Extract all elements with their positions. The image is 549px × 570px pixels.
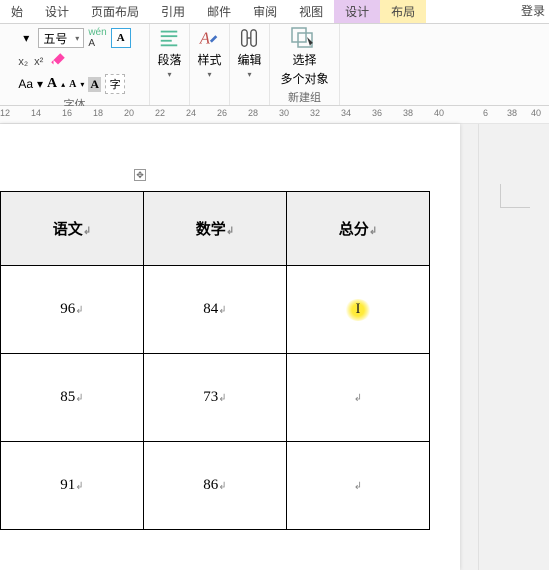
cell-math[interactable]: 84↲ bbox=[144, 266, 287, 354]
tab-review[interactable]: 审阅 bbox=[242, 0, 288, 23]
login-link[interactable]: 登录 bbox=[521, 2, 545, 19]
tab-view[interactable]: 视图 bbox=[288, 0, 334, 23]
cell-lang[interactable]: 91↲ bbox=[1, 442, 144, 530]
phonetic-guide-button[interactable]: wénA bbox=[88, 27, 106, 49]
group-font: ▾ 五号 ▾ wénA A x₂ x² Aa▾ A▴ A▾ A 字 字体 bbox=[0, 24, 150, 105]
ruler-tick: 22 bbox=[155, 108, 165, 118]
table-move-handle[interactable]: ✥ bbox=[134, 169, 146, 181]
change-case-button[interactable]: Aa bbox=[18, 77, 33, 91]
document-area: ✥ 语文↲ 数学↲ ⎵总分↲ 96↲ 84↲ ↲I 85↲ 73↲ ↲ 91↲ … bbox=[0, 124, 549, 570]
tab-start[interactable]: 始 bbox=[0, 0, 34, 23]
highlight-button[interactable]: A bbox=[88, 77, 101, 92]
data-table: 语文↲ 数学↲ ⎵总分↲ 96↲ 84↲ ↲I 85↲ 73↲ ↲ 91↲ 86… bbox=[0, 191, 430, 530]
ruler-tick: 38 bbox=[403, 108, 413, 118]
editing-button[interactable]: 编辑 ▾ bbox=[237, 27, 261, 79]
grow-font-button[interactable]: A bbox=[47, 76, 57, 92]
document-page[interactable]: ✥ 语文↲ 数学↲ ⎵总分↲ 96↲ 84↲ ↲I 85↲ 73↲ ↲ 91↲ … bbox=[0, 124, 460, 570]
ruler-tick: 6 bbox=[483, 108, 488, 118]
ruler-tick: 12 bbox=[0, 108, 10, 118]
cell-lang[interactable]: 96↲ bbox=[1, 266, 144, 354]
shrink-font-button[interactable]: A bbox=[69, 79, 76, 90]
select-multiple-objects-button[interactable]: 选择 多个对象 bbox=[280, 27, 328, 87]
font-size-selector[interactable]: 五号 ▾ bbox=[38, 28, 84, 48]
table-row: 91↲ 86↲ ↲ bbox=[1, 442, 430, 530]
cell-total-active[interactable]: ↲I bbox=[287, 266, 430, 354]
table-row: 85↲ 73↲ ↲ bbox=[1, 354, 430, 442]
font-size-value: 五号 bbox=[43, 30, 67, 47]
ruler-tick: 34 bbox=[341, 108, 351, 118]
group-editing: 编辑 ▾ bbox=[230, 24, 270, 105]
styles-button[interactable]: A 样式 ▾ bbox=[197, 27, 221, 79]
chevron-down-icon: ▾ bbox=[167, 70, 171, 79]
enclose-characters-button[interactable]: 字 bbox=[105, 74, 125, 94]
ruler-tick: 36 bbox=[372, 108, 382, 118]
split-divider[interactable] bbox=[478, 124, 479, 570]
tab-references[interactable]: 引用 bbox=[150, 0, 196, 23]
tab-design[interactable]: 设计 bbox=[34, 0, 80, 23]
chevron-down-icon: ▾ bbox=[247, 70, 251, 79]
ruler-tick: 26 bbox=[217, 108, 227, 118]
dropdown-icon[interactable]: ▾ bbox=[18, 30, 34, 46]
ruler-tick: 16 bbox=[62, 108, 72, 118]
group-styles: A 样式 ▾ bbox=[190, 24, 230, 105]
ruler-tick: 40 bbox=[434, 108, 444, 118]
tab-page-layout[interactable]: 页面布局 bbox=[80, 0, 150, 23]
superscript-button[interactable]: x² bbox=[34, 56, 43, 68]
ruler-tick: 24 bbox=[186, 108, 196, 118]
cell-math[interactable]: 73↲ bbox=[144, 354, 287, 442]
chevron-down-icon: ▾ bbox=[75, 34, 79, 43]
tab-table-design[interactable]: 设计 bbox=[334, 0, 380, 23]
ribbon: ▾ 五号 ▾ wénA A x₂ x² Aa▾ A▴ A▾ A 字 字体 bbox=[0, 24, 549, 106]
group-label-newgroup: 新建组 bbox=[288, 89, 321, 105]
ruler-tick: 38 bbox=[507, 108, 517, 118]
ruler-tick: 28 bbox=[248, 108, 258, 118]
cell-total[interactable]: ↲ bbox=[287, 354, 430, 442]
chevron-down-icon: ▾ bbox=[207, 70, 211, 79]
ruler-tick: 20 bbox=[124, 108, 134, 118]
ribbon-tabs: 始 设计 页面布局 引用 邮件 审阅 视图 设计 布局 登录 bbox=[0, 0, 549, 24]
clear-formatting-button[interactable] bbox=[49, 51, 67, 72]
column-header-lang[interactable]: 语文↲ bbox=[1, 192, 144, 266]
subscript-button[interactable]: x₂ bbox=[18, 56, 28, 68]
group-paragraph: 段落 ▾ bbox=[150, 24, 190, 105]
character-border-button[interactable]: A bbox=[111, 28, 131, 48]
horizontal-ruler[interactable]: 12 14 16 18 20 22 24 26 28 30 32 34 36 38 40 6 38 40 bbox=[0, 106, 549, 124]
ruler-tick: 32 bbox=[310, 108, 320, 118]
margin-corner-icon bbox=[500, 184, 530, 208]
ruler-tick: 30 bbox=[279, 108, 289, 118]
group-new-group: 选择 多个对象 新建组 bbox=[270, 24, 340, 105]
tab-table-layout[interactable]: 布局 bbox=[380, 0, 426, 23]
ruler-tick: 40 bbox=[531, 108, 541, 118]
cell-total[interactable]: ↲ bbox=[287, 442, 430, 530]
ruler-tick: 18 bbox=[93, 108, 103, 118]
column-header-math[interactable]: 数学↲ bbox=[144, 192, 287, 266]
table-row: 96↲ 84↲ ↲I bbox=[1, 266, 430, 354]
cell-math[interactable]: 86↲ bbox=[144, 442, 287, 530]
paragraph-button[interactable]: 段落 ▾ bbox=[157, 27, 181, 79]
column-header-total[interactable]: ⎵总分↲ bbox=[287, 192, 430, 266]
text-cursor-icon: I bbox=[345, 299, 371, 321]
tab-mailings[interactable]: 邮件 bbox=[196, 0, 242, 23]
ruler-tick: 14 bbox=[31, 108, 41, 118]
cell-lang[interactable]: 85↲ bbox=[1, 354, 144, 442]
svg-text:A: A bbox=[199, 29, 211, 48]
